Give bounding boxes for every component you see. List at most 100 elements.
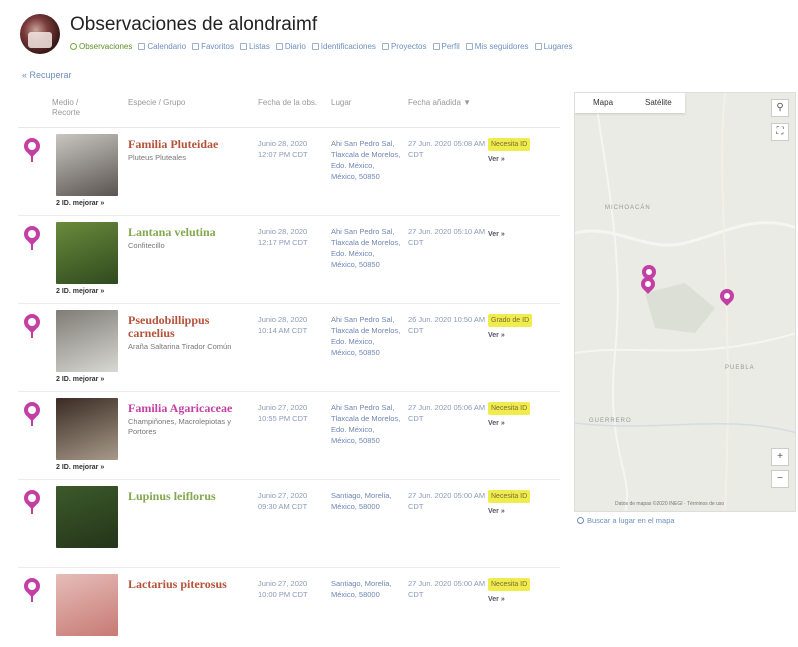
tab-3[interactable]: Listas (239, 42, 270, 51)
common-name: Champiñones, Macrolepiotas y Portores (128, 417, 231, 436)
common-name: Confitecillo (128, 241, 165, 250)
table-row[interactable]: 2 ID. mejorar » Familia Agaricaceae Champi… (18, 392, 560, 480)
map-pin-stem (31, 330, 33, 338)
view-link[interactable]: Ver » (488, 154, 558, 165)
species-name-link[interactable]: Familia Agaricaceae Champiñones, Macrolep… (128, 402, 248, 437)
tab-4[interactable]: Diario (275, 42, 306, 51)
table-row[interactable]: Lactarius piterosus Junio 27, 2020 10:00 … (18, 568, 560, 647)
identifiers-link[interactable]: 2 ID. mejorar » (56, 464, 104, 471)
place[interactable]: Santiago, Morelia, México, 58000 (331, 490, 401, 512)
zoom-in-button[interactable]: + (771, 448, 789, 466)
col-place[interactable]: Lugar (331, 98, 351, 108)
observation-photo[interactable] (56, 310, 118, 372)
observation-photo[interactable] (56, 398, 118, 460)
observation-photo[interactable] (56, 574, 118, 636)
col-observed[interactable]: Fecha de la obs. (258, 98, 317, 108)
species-name: Lupinus leiflorus (128, 489, 216, 503)
identifiers-link[interactable]: 2 ID. mejorar » (56, 288, 104, 295)
tab-label: Mis seguidores (474, 42, 529, 51)
tab-5[interactable]: Identificaciones (311, 42, 376, 51)
species-name-link[interactable]: Lantana velutina Confitecillo (128, 226, 248, 251)
species-name-link[interactable]: Lactarius piterosus (128, 578, 248, 591)
species-name: Pseudobillippus carnelius (128, 313, 210, 340)
map-label-region: PUEBLA (725, 365, 755, 371)
table-row[interactable]: 2 ID. mejorar » Familia Pluteidae Pluteus … (18, 128, 560, 216)
observations-map[interactable]: Mapa Satélite ⚲ ⛶ MICHOACÁN PUEBLA GUERR… (574, 92, 796, 512)
status-cell: Necesita ID Ver » (488, 402, 558, 429)
col-species[interactable]: Especie / Grupo (128, 98, 185, 108)
map-type-tabs: Mapa Satélite (575, 93, 685, 113)
place[interactable]: Ahi San Pedro Sal, Tlaxcala de Morelos, … (331, 226, 401, 270)
map-background (575, 93, 795, 511)
avatar[interactable] (20, 14, 60, 54)
observation-photo[interactable] (56, 222, 118, 284)
page-header: Observaciones de alondraimf Observacione… (0, 0, 798, 68)
status-badge: Grado de ID (488, 314, 533, 327)
map-tab-map[interactable]: Mapa (593, 98, 613, 107)
place[interactable]: Ahi San Pedro Sal, Tlaxcala de Morelos, … (331, 402, 401, 446)
table-row[interactable]: Lupinus leiflorus Junio 27, 2020 09:30 AM… (18, 480, 560, 568)
tab-9[interactable]: Lugares (534, 42, 573, 51)
table-row[interactable]: 2 ID. mejorar » Lantana velutina Confiteci… (18, 216, 560, 304)
view-link[interactable]: Ver » (488, 229, 558, 240)
view-link[interactable]: Ver » (488, 506, 558, 517)
table-header: Medio / Recorte Especie / Grupo Fecha de… (18, 92, 560, 128)
species-name: Lactarius piterosus (128, 577, 227, 591)
status-cell: Necesita ID Ver » (488, 578, 558, 605)
identifiers-link[interactable]: 2 ID. mejorar » (56, 376, 104, 383)
species-name-link[interactable]: Familia Pluteidae Pluteus Pluteales (128, 138, 248, 163)
observation-photo[interactable] (56, 134, 118, 196)
zoom-out-button[interactable]: − (771, 470, 789, 488)
tab-icon (275, 43, 283, 50)
tab-label: Perfil (441, 42, 460, 51)
identifiers-link[interactable]: 2 ID. mejorar » (56, 200, 104, 207)
status-cell: Ver » (488, 226, 558, 240)
tab-1[interactable]: Calendario (138, 42, 186, 51)
location-icon (577, 517, 584, 524)
observation-photo[interactable] (56, 486, 118, 548)
map-search-link[interactable]: Buscar a lugar en el mapa (577, 516, 675, 525)
tab-label: Observaciones (79, 42, 133, 51)
status-badge: Necesita ID (488, 490, 531, 503)
added-date: 26 Jun. 2020 10:50 AM CDT (408, 315, 486, 335)
added-date: 27 Jun. 2020 05:00 AM CDT (408, 579, 486, 599)
layers-icon[interactable]: ⚲ (771, 99, 789, 117)
species-name-link[interactable]: Pseudobillippus carnelius Araña Saltarina… (128, 314, 248, 352)
tab-2[interactable]: Favoritos (192, 42, 234, 51)
view-link[interactable]: Ver » (488, 418, 558, 429)
tab-icon (465, 43, 473, 50)
page-title: Observaciones de alondraimf (70, 14, 318, 35)
tab-icon (311, 43, 319, 50)
breadcrumb[interactable]: « Recuperar (22, 70, 72, 80)
place[interactable]: Ahi San Pedro Sal, Tlaxcala de Morelos, … (331, 314, 401, 358)
tab-label: Diario (284, 42, 306, 51)
observations-table: Medio / Recorte Especie / Grupo Fecha de… (18, 92, 560, 647)
col-media[interactable]: Medio / Recorte (52, 98, 92, 118)
map-pin-stem (31, 506, 33, 514)
observed-date: Junio 27, 2020 10:00 PM CDT (258, 579, 308, 599)
tab-icon (381, 43, 389, 50)
tab-7[interactable]: Perfil (432, 42, 460, 51)
tab-icon (70, 43, 77, 50)
map-tab-satellite[interactable]: Satélite (645, 98, 672, 107)
species-name: Familia Pluteidae (128, 137, 219, 151)
tab-0[interactable]: Observaciones (70, 42, 132, 51)
tab-label: Lugares (543, 42, 573, 51)
col-added[interactable]: Fecha añadida ▼ (408, 98, 471, 108)
tab-icon (534, 43, 542, 50)
observed-date: Junio 27, 2020 09:30 AM CDT (258, 491, 308, 511)
table-row[interactable]: 2 ID. mejorar » Pseudobillippus carnelius… (18, 304, 560, 392)
fullscreen-icon[interactable]: ⛶ (771, 123, 789, 141)
tab-8[interactable]: Mis seguidores (465, 42, 529, 51)
place[interactable]: Ahi San Pedro Sal, Tlaxcala de Morelos, … (331, 138, 401, 182)
place[interactable]: Santiago, Morelia, México, 58000 (331, 578, 401, 600)
status-badge: Necesita ID (488, 402, 531, 415)
species-name: Familia Agaricaceae (128, 401, 233, 415)
species-name-link[interactable]: Lupinus leiflorus (128, 490, 248, 503)
tab-6[interactable]: Proyectos (381, 42, 427, 51)
species-name: Lantana velutina (128, 225, 216, 239)
status-badge: Necesita ID (488, 578, 531, 591)
view-link[interactable]: Ver » (488, 594, 558, 605)
added-date: 27 Jun. 2020 05:06 AM CDT (408, 403, 486, 423)
view-link[interactable]: Ver » (488, 330, 558, 341)
